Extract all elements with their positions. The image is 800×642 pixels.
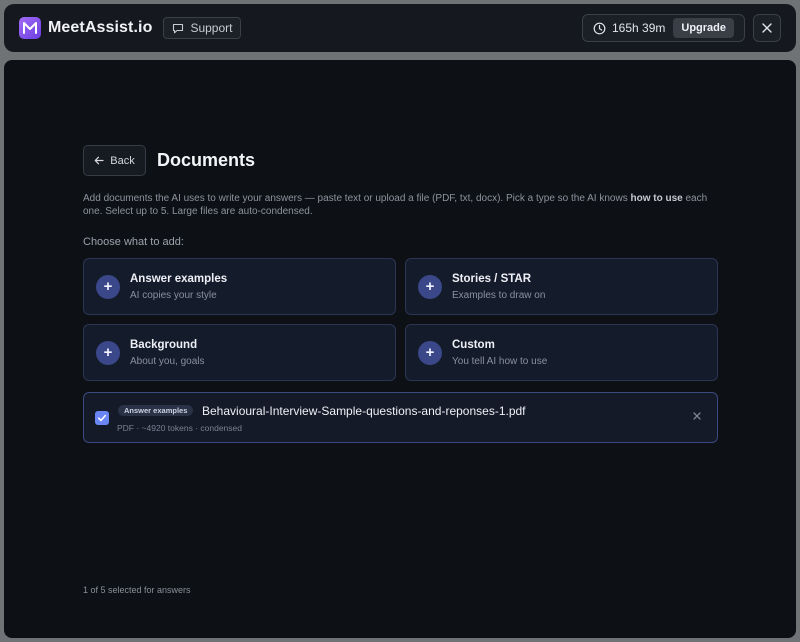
card-title: Answer examples [130, 272, 228, 285]
add-answer-examples-card[interactable]: + Answer examples AI copies your style [83, 258, 396, 315]
document-type-badge: Answer examples [118, 405, 194, 416]
plus-icon: + [96, 274, 120, 299]
card-title: Stories / STAR [452, 272, 532, 285]
card-title: Custom [452, 338, 495, 351]
document-select-checkbox[interactable] [95, 411, 109, 425]
m-logo-icon [19, 17, 41, 39]
checkmark-icon [98, 414, 107, 422]
add-background-card[interactable]: + Background About you, goals [83, 324, 396, 381]
upgrade-button[interactable]: Upgrade [673, 18, 734, 38]
page-header: Back Documents [83, 145, 255, 176]
usage-timer: 165h 39m Upgrade [582, 14, 745, 42]
clock-icon [593, 22, 606, 34]
plus-icon: + [96, 340, 120, 365]
card-subtitle: AI copies your style [130, 289, 217, 301]
close-icon [762, 23, 772, 33]
card-title: Background [130, 338, 198, 351]
page-description: Add documents the AI uses to write your … [83, 193, 708, 217]
main-panel: Back Documents Add documents the AI uses… [4, 60, 796, 638]
plus-icon: + [418, 274, 442, 299]
card-subtitle: Examples to draw on [452, 289, 546, 301]
back-button[interactable]: Back [83, 145, 146, 176]
brand-name: MeetAssist.io [48, 19, 153, 36]
document-meta: PDF · ~4920 tokens · condensed [117, 423, 242, 433]
support-label: Support [190, 21, 233, 35]
back-label: Back [110, 154, 135, 167]
document-row: Answer examples Behavioural-Interview-Sa… [83, 392, 718, 443]
page-title: Documents [157, 150, 256, 170]
add-stories-star-card[interactable]: + Stories / STAR Examples to draw on [405, 258, 718, 315]
support-button[interactable]: Support [163, 17, 242, 39]
choose-label: Choose what to add: [83, 236, 184, 248]
document-name: Behavioural-Interview-Sample-questions-a… [202, 404, 526, 418]
card-subtitle: You tell AI how to use [452, 355, 548, 367]
remove-document-button[interactable] [692, 411, 702, 421]
close-window-button[interactable] [753, 14, 781, 42]
card-subtitle: About you, goals [130, 355, 205, 367]
top-bar: MeetAssist.io Support 165h 39m Upgrade [4, 4, 796, 52]
plus-icon: + [418, 340, 442, 365]
arrow-left-icon [94, 156, 104, 165]
chat-bubble-icon [173, 23, 184, 33]
selection-count: 1 of 5 selected for answers [83, 585, 191, 595]
time-remaining: 165h 39m [612, 21, 666, 35]
add-custom-card[interactable]: + Custom You tell AI how to use [405, 324, 718, 381]
